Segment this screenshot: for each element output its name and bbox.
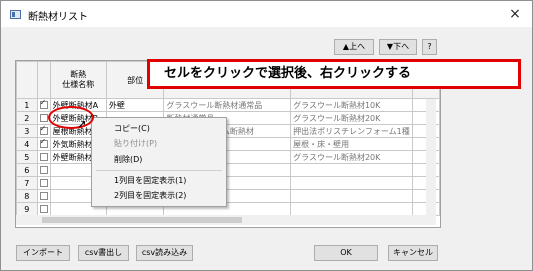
table-row[interactable]: 8 bbox=[16, 189, 440, 203]
help-button[interactable]: ? bbox=[422, 39, 437, 55]
spec-cell[interactable]: 屋根・床・壁用 bbox=[290, 137, 413, 151]
row-checkbox-cell[interactable] bbox=[36, 150, 51, 164]
row-number-cell: 7 bbox=[16, 176, 38, 190]
cancel-button[interactable]: キャンセル bbox=[388, 245, 438, 261]
row-checkbox[interactable] bbox=[39, 166, 48, 174]
spec-cell[interactable]: グラスウール断熱材10K bbox=[290, 98, 413, 112]
cell-highlight-circle bbox=[48, 106, 94, 129]
row-number-cell: 2 bbox=[16, 111, 38, 125]
spec-cell[interactable] bbox=[290, 163, 413, 177]
row-checkbox-cell[interactable] bbox=[36, 202, 51, 216]
spec-cell[interactable]: グラスウール断熱材20K bbox=[290, 150, 413, 164]
row-checkbox-cell[interactable] bbox=[36, 98, 51, 112]
row-checkbox[interactable] bbox=[39, 179, 48, 187]
context-menu: コピー(C) 貼り付け(P) 削除(D) 1列目を固定表示(1) 2列目を固定表… bbox=[91, 117, 227, 207]
spec-cell[interactable] bbox=[290, 176, 413, 190]
context-delete[interactable]: 削除(D) bbox=[114, 154, 142, 165]
ok-button[interactable]: OK bbox=[314, 245, 378, 261]
table-row[interactable]: 4外気断熱材ウール断熱材屋根・床・壁用 bbox=[16, 137, 440, 151]
csv-import-button[interactable]: csv読み込み bbox=[136, 245, 193, 261]
import-button[interactable]: インポート bbox=[16, 245, 70, 261]
title-bar: 断熱材リスト × bbox=[1, 1, 532, 27]
row-checkbox[interactable] bbox=[39, 100, 48, 109]
instruction-callout: セルをクリックで選択後、右クリックする bbox=[147, 59, 521, 89]
material-cell[interactable]: グラスウール断熱材通常品 bbox=[163, 98, 292, 112]
header-rownum bbox=[16, 61, 38, 99]
context-copy[interactable]: コピー(C) bbox=[114, 123, 150, 134]
row-checkbox-cell[interactable] bbox=[36, 137, 51, 151]
table-row[interactable]: 7 bbox=[16, 176, 440, 190]
row-checkbox[interactable] bbox=[39, 192, 48, 200]
part-cell[interactable]: 外壁 bbox=[105, 98, 165, 112]
spec-cell[interactable] bbox=[290, 189, 413, 203]
csv-export-button[interactable]: csv書出し bbox=[78, 245, 129, 261]
close-button[interactable]: × bbox=[504, 4, 526, 24]
context-fix-col2[interactable]: 2列目を固定表示(2) bbox=[114, 190, 186, 201]
context-fix-col1[interactable]: 1列目を固定表示(1) bbox=[114, 175, 186, 186]
row-checkbox-cell[interactable] bbox=[36, 176, 51, 190]
row-number-cell: 8 bbox=[16, 189, 38, 203]
row-number-cell: 6 bbox=[16, 163, 38, 177]
header-check bbox=[36, 61, 51, 99]
dialog-window: 断熱材リスト × ▲上へ ▼下へ ? 断熱 仕様名称 部位 1外 bbox=[0, 0, 533, 271]
row-checkbox[interactable] bbox=[39, 153, 48, 161]
table-row[interactable]: 6 bbox=[16, 163, 440, 177]
row-checkbox[interactable] bbox=[39, 139, 48, 148]
row-checkbox-cell[interactable] bbox=[36, 189, 51, 203]
vertical-scrollbar[interactable] bbox=[426, 99, 436, 225]
row-number-cell: 5 bbox=[16, 150, 38, 164]
row-checkbox-cell[interactable] bbox=[36, 124, 51, 138]
move-down-button[interactable]: ▼下へ bbox=[379, 39, 417, 55]
horizontal-scroll-thumb[interactable] bbox=[42, 217, 242, 223]
context-separator bbox=[96, 170, 222, 171]
row-checkbox[interactable] bbox=[39, 114, 48, 122]
row-checkbox[interactable] bbox=[39, 126, 48, 135]
spec-cell[interactable]: 押出法ポリスチレンフォーム1種 bbox=[290, 124, 413, 138]
row-checkbox[interactable] bbox=[39, 205, 48, 213]
spec-cell[interactable]: グラスウール断熱材20K bbox=[290, 111, 413, 125]
table-row[interactable]: 5外壁断熱材断熱材通常品グラスウール断熱材20K bbox=[16, 150, 440, 164]
window-title: 断熱材リスト bbox=[28, 12, 88, 23]
context-paste[interactable]: 貼り付け(P) bbox=[114, 138, 157, 149]
spec-cell[interactable] bbox=[290, 202, 413, 216]
table-row[interactable]: 9 bbox=[16, 202, 440, 216]
mouse-cursor-icon: ➚ bbox=[77, 117, 88, 131]
row-number-cell: 4 bbox=[16, 137, 38, 151]
move-up-button[interactable]: ▲上へ bbox=[334, 39, 374, 55]
row-number-cell: 1 bbox=[16, 98, 38, 112]
row-checkbox-cell[interactable] bbox=[36, 163, 51, 177]
horizontal-scrollbar[interactable] bbox=[16, 215, 426, 225]
header-name[interactable]: 断熱 仕様名称 bbox=[49, 61, 107, 99]
app-icon bbox=[10, 10, 21, 19]
row-number-cell: 9 bbox=[16, 202, 38, 216]
row-number-cell: 3 bbox=[16, 124, 38, 138]
